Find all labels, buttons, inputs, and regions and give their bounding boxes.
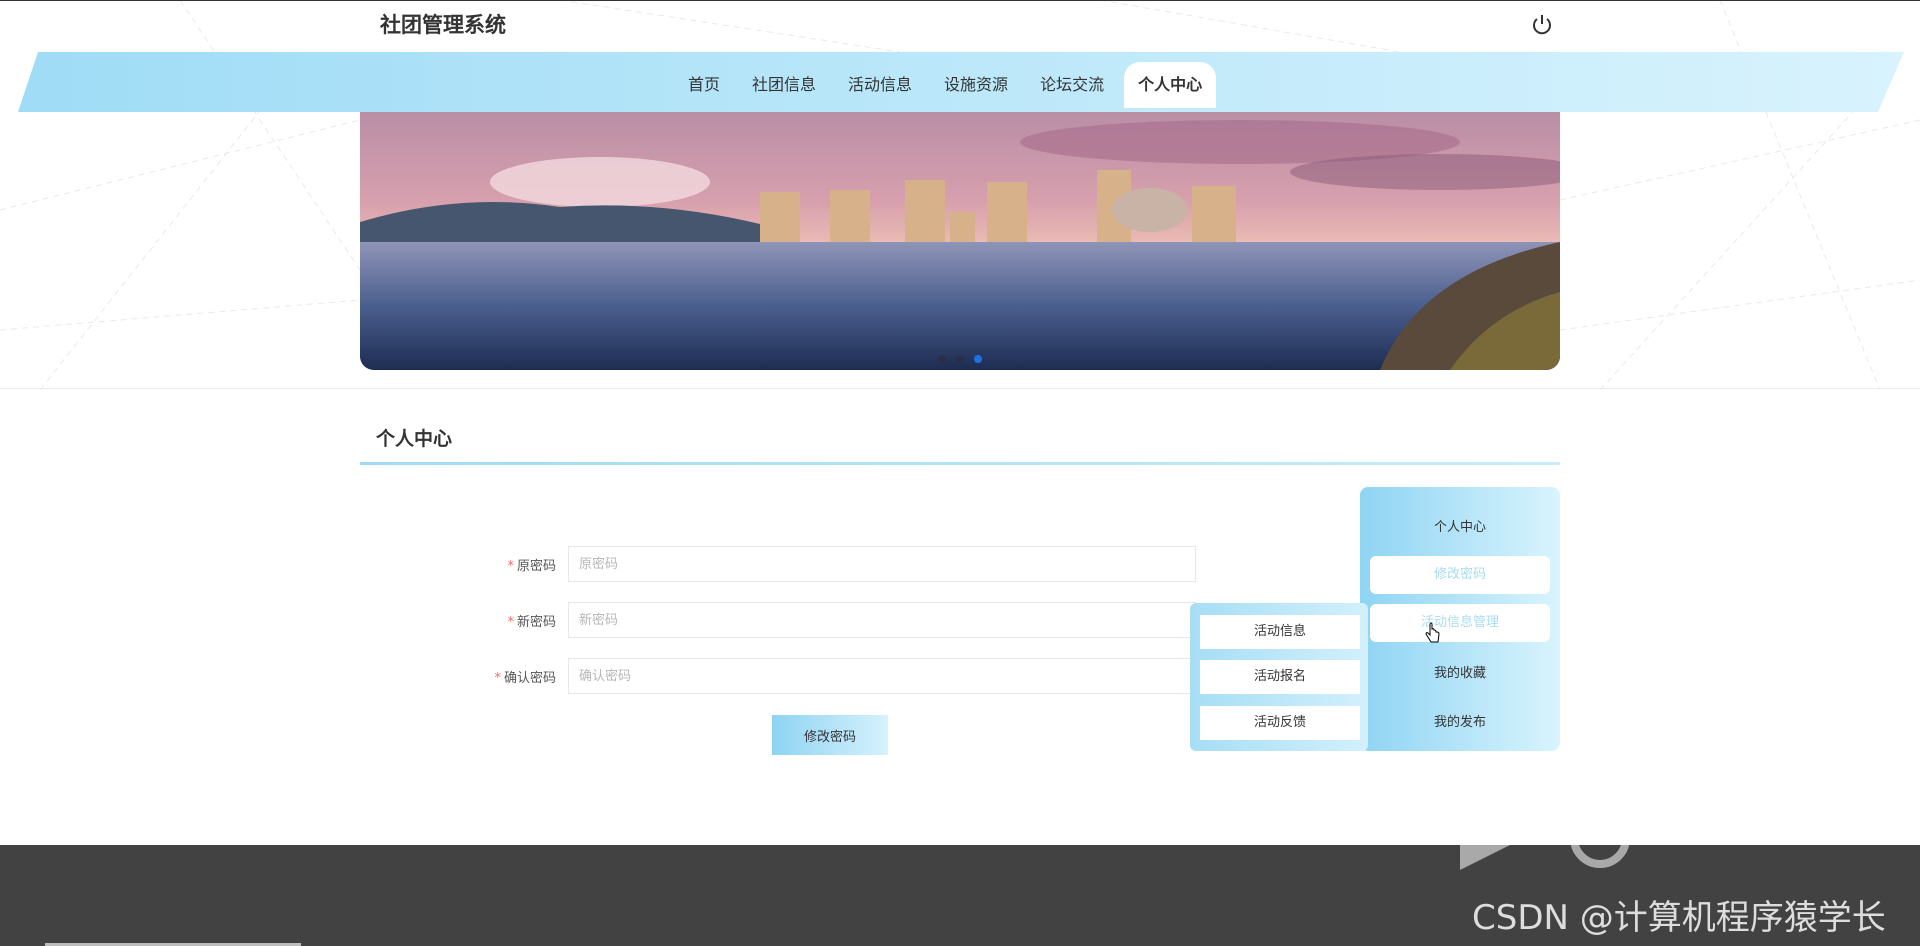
site-title: 社团管理系统	[380, 13, 506, 37]
csdn-watermark: CSDN @计算机程序猿学长	[1472, 898, 1886, 938]
top-header: 社团管理系统	[0, 0, 1920, 52]
banner-carousel[interactable]	[360, 112, 1560, 370]
carousel-indicators	[360, 348, 1560, 367]
side-menu-personal-center[interactable]: 个人中心	[1370, 509, 1550, 547]
nav-item-home[interactable]: 首页	[676, 62, 732, 108]
carousel-dot-3[interactable]	[974, 355, 982, 363]
required-star: *	[507, 558, 514, 574]
form-row-old-password: * 原密码	[440, 545, 1196, 583]
confirm-password-label: * 确认密码	[494, 670, 556, 686]
personal-center-menu: 个人中心 修改密码 活动信息管理 我的收藏 我的发布	[1360, 487, 1560, 751]
divider	[0, 388, 1920, 389]
old-password-input[interactable]	[568, 546, 1196, 582]
watermark-logo	[1460, 808, 1630, 870]
carousel-dot-1[interactable]	[938, 355, 946, 363]
page-title: 个人中心	[376, 428, 453, 450]
nav-menu: 首页 社团信息 活动信息 设施资源 论坛交流 个人中心	[672, 62, 1220, 108]
change-password-button[interactable]: 修改密码	[772, 715, 888, 755]
hand-cursor-icon	[1425, 622, 1440, 643]
nav-item-personal-center[interactable]: 个人中心	[1124, 62, 1217, 108]
activity-submenu: 活动信息 活动报名 活动反馈	[1190, 603, 1368, 751]
title-underline	[360, 462, 1560, 465]
submenu-activity-signup[interactable]: 活动报名	[1200, 660, 1360, 694]
side-menu-activity-management[interactable]: 活动信息管理	[1370, 604, 1550, 642]
new-password-label: * 新密码	[507, 614, 556, 630]
nav-item-activities[interactable]: 活动信息	[836, 62, 924, 108]
main-navigation: 首页 社团信息 活动信息 设施资源 论坛交流 个人中心	[0, 52, 1920, 112]
required-star: *	[507, 614, 514, 630]
required-star: *	[494, 670, 501, 686]
submenu-activity-feedback[interactable]: 活动反馈	[1200, 706, 1360, 740]
nav-item-forum[interactable]: 论坛交流	[1028, 62, 1116, 108]
side-menu-change-password[interactable]: 修改密码	[1370, 556, 1550, 594]
old-password-label: * 原密码	[507, 558, 556, 574]
form-row-confirm-password: * 确认密码	[440, 657, 1196, 695]
nav-item-facilities[interactable]: 设施资源	[932, 62, 1020, 108]
carousel-dot-2[interactable]	[956, 355, 964, 363]
new-password-input[interactable]	[568, 602, 1196, 638]
side-menu-my-favorites[interactable]: 我的收藏	[1370, 655, 1550, 693]
side-menu-my-posts[interactable]: 我的发布	[1370, 704, 1550, 742]
banner-image	[360, 112, 1560, 370]
submenu-activity-info[interactable]: 活动信息	[1200, 615, 1360, 649]
nav-item-clubs[interactable]: 社团信息	[740, 62, 828, 108]
confirm-password-input[interactable]	[568, 658, 1196, 694]
power-icon[interactable]	[1528, 11, 1556, 39]
form-row-new-password: * 新密码	[440, 601, 1196, 639]
